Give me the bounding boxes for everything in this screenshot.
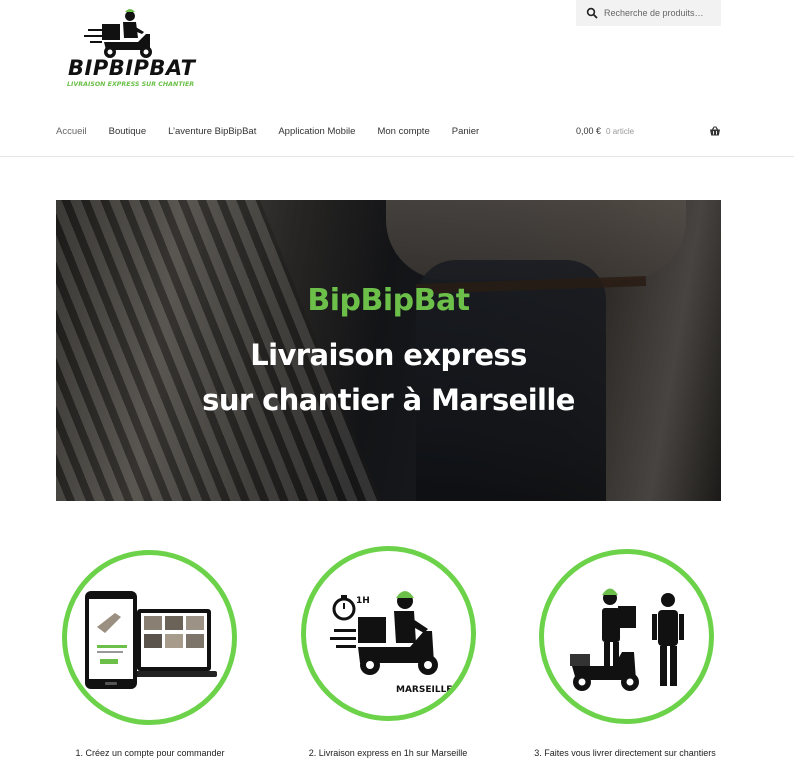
nav-item-accueil[interactable]: Accueil: [56, 126, 87, 137]
timer-label: 1H: [356, 596, 370, 606]
step-2-label: 2. Livraison express en 1h sur Marseille: [308, 748, 468, 758]
header-divider: [0, 156, 794, 157]
step-3-illustration: [539, 549, 714, 724]
search-icon[interactable]: [586, 7, 598, 19]
main-navigation: Accueil Boutique L’aventure BipBipBat Ap…: [56, 126, 501, 137]
hero-banner: BipBipBat Livraison express sur chantier…: [56, 200, 721, 501]
site-logo[interactable]: BIPBIPBAT LIVRAISON EXPRESS SUR CHANTIER: [66, 4, 195, 90]
logo-wordmark: BIPBIPBAT: [68, 56, 196, 80]
nav-item-boutique[interactable]: Boutique: [109, 126, 147, 137]
nav-item-application-mobile[interactable]: Application Mobile: [278, 126, 355, 137]
cart-total: 0,00 €: [576, 126, 602, 136]
hero-headline-line1: Livraison express: [250, 338, 527, 372]
step-2-illustration: 1H MARSEILLE: [301, 546, 476, 721]
delivery-on-site-icon: [570, 588, 684, 691]
logo-tagline: LIVRAISON EXPRESS SUR CHANTIER: [67, 81, 195, 88]
cart-count: 0 article: [606, 126, 635, 136]
nav-item-panier[interactable]: Panier: [452, 126, 479, 137]
phone-and-laptop-icon: [85, 591, 217, 689]
product-search: [576, 0, 721, 26]
hero-headline-line2: sur chantier à Marseille: [202, 383, 575, 417]
basket-icon[interactable]: [709, 125, 721, 137]
search-input[interactable]: [604, 8, 719, 18]
step-1-illustration: [62, 550, 237, 725]
step-1-label: 1. Créez un compte pour commander: [75, 748, 225, 758]
hero-brand: BipBipBat: [307, 283, 470, 318]
city-label: MARSEILLE: [396, 685, 452, 695]
step-3-label: 3. Faites vous livrer directement sur ch…: [534, 748, 716, 758]
nav-item-aventure[interactable]: L’aventure BipBipBat: [168, 126, 256, 137]
express-scooter-icon: 1H MARSEILLE: [330, 591, 452, 695]
nav-item-mon-compte[interactable]: Mon compte: [377, 126, 429, 137]
mini-cart[interactable]: 0,00 € 0 article: [576, 126, 721, 136]
